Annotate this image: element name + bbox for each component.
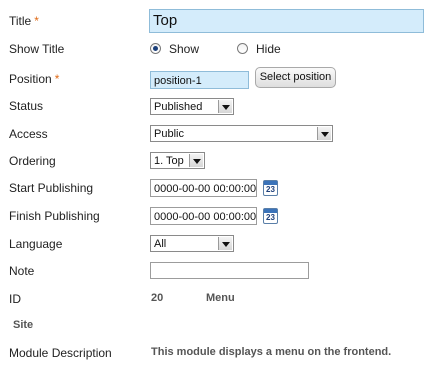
calendar-day: 23 xyxy=(266,185,275,194)
access-value: Public xyxy=(154,128,184,140)
calendar-icon[interactable]: 23 xyxy=(263,208,278,224)
required-marker: * xyxy=(34,14,39,28)
language-value: All xyxy=(154,238,167,250)
position-label: Position * xyxy=(9,72,60,86)
chevron-down-icon xyxy=(189,154,203,167)
calendar-icon[interactable]: 23 xyxy=(263,180,278,196)
select-position-button[interactable]: Select position xyxy=(255,67,336,88)
id-value: 20 xyxy=(151,292,164,304)
hide-radio[interactable] xyxy=(237,43,248,54)
chevron-down-icon xyxy=(218,100,232,113)
hide-radio-label: Hide xyxy=(256,42,281,56)
ordering-value: 1. Top xyxy=(154,155,184,167)
chevron-down-icon xyxy=(218,237,232,250)
required-marker: * xyxy=(54,72,60,86)
finish-publishing-input[interactable]: 0000-00-00 00:00:00 xyxy=(150,207,257,225)
start-publishing-input[interactable]: 0000-00-00 00:00:00 xyxy=(150,179,257,197)
title-input[interactable]: Top xyxy=(149,9,424,33)
language-select[interactable]: All xyxy=(150,235,234,252)
site-label: Site xyxy=(13,319,34,331)
title-label: Title * xyxy=(9,14,39,28)
note-label: Note xyxy=(9,264,35,278)
show-radio-label: Show xyxy=(169,42,200,56)
status-value: Published xyxy=(154,101,203,113)
module-description-text: This module displays a menu on the front… xyxy=(151,346,392,358)
status-label: Status xyxy=(9,99,44,113)
ordering-select[interactable]: 1. Top xyxy=(150,152,205,169)
chevron-down-icon xyxy=(317,127,331,140)
access-select[interactable]: Public xyxy=(150,125,333,142)
show-radio[interactable] xyxy=(150,43,161,54)
show-title-label: Show Title xyxy=(9,42,65,56)
position-input[interactable]: position-1 xyxy=(150,71,249,89)
status-select[interactable]: Published xyxy=(150,98,234,115)
id-label: ID xyxy=(9,292,21,306)
language-label: Language xyxy=(9,237,63,251)
access-label: Access xyxy=(9,127,48,141)
ordering-label: Ordering xyxy=(9,154,56,168)
module-description-label: Module Description xyxy=(9,346,112,360)
start-publishing-label: Start Publishing xyxy=(9,181,94,195)
module-type: Menu xyxy=(206,292,235,304)
finish-publishing-label: Finish Publishing xyxy=(9,209,100,223)
calendar-day: 23 xyxy=(266,213,275,222)
note-input[interactable] xyxy=(150,262,309,279)
